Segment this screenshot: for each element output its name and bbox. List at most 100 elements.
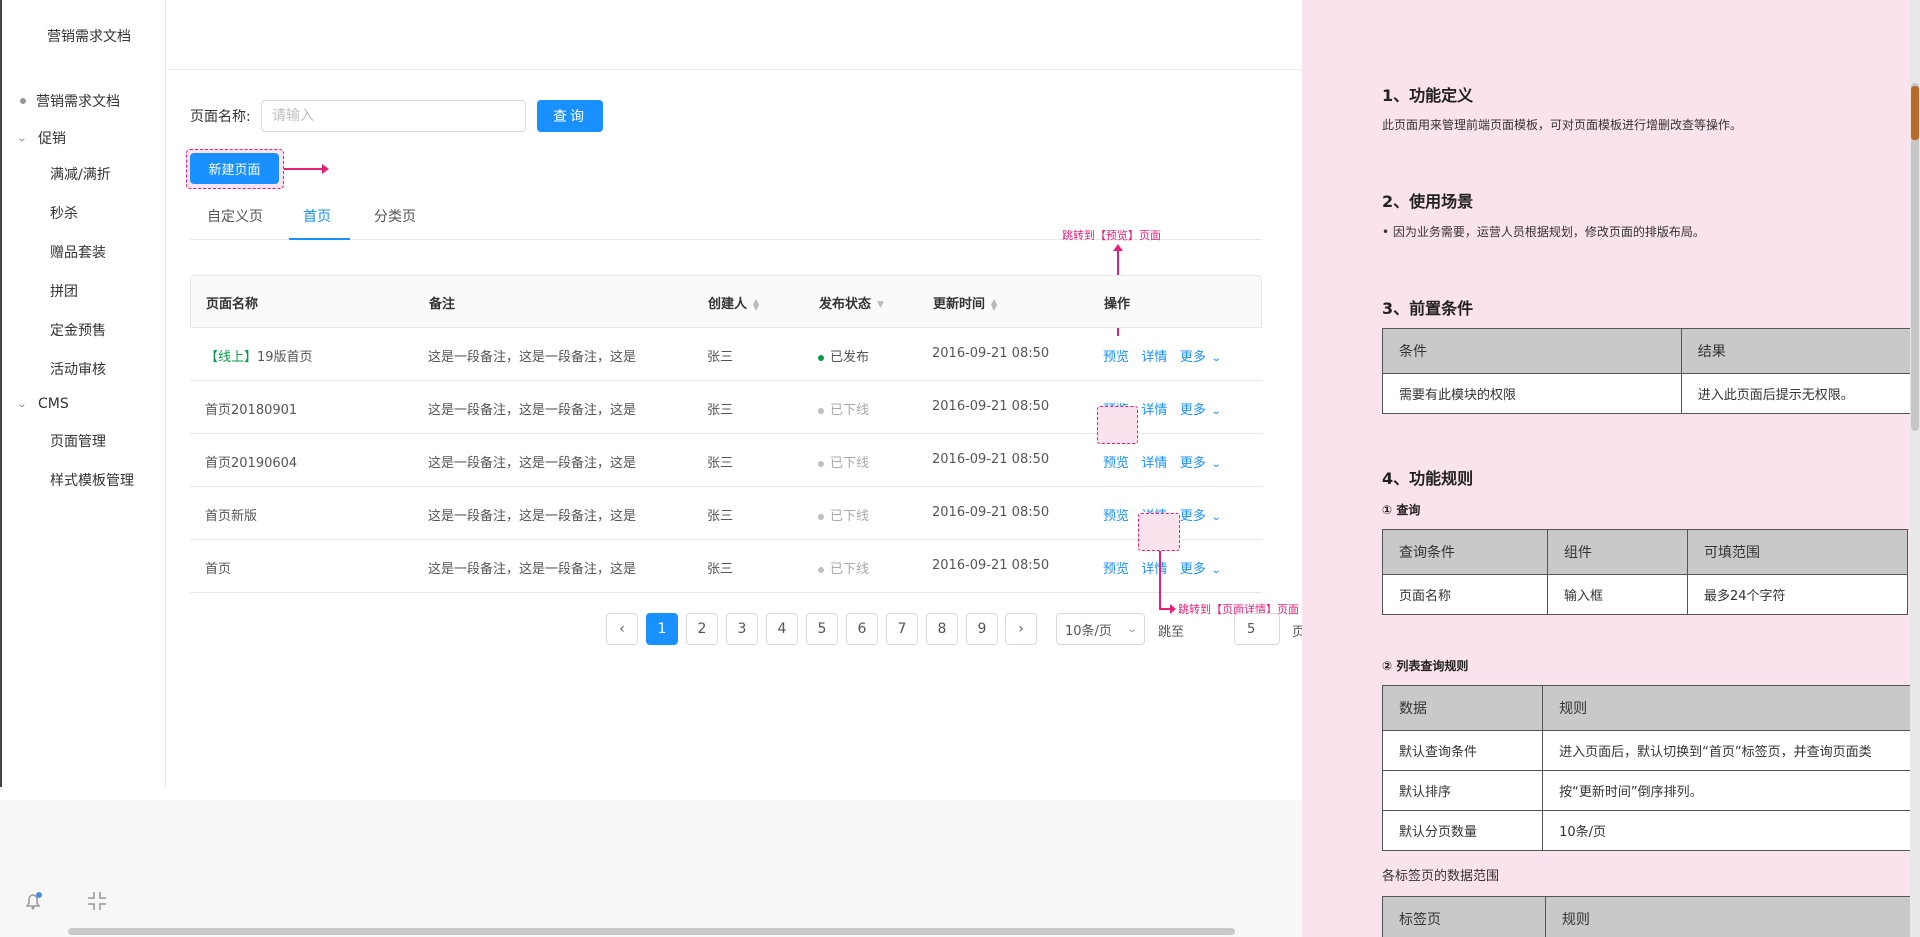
note-cell: 这是一段备注，这是一段备注，这是	[428, 403, 637, 418]
tab-category[interactable]: 分类页	[374, 206, 416, 226]
section-text: • 因为业务需要，运营人员根据规划，修改页面的排版布局。	[1382, 225, 1705, 239]
detail-link[interactable]: 详情	[1141, 456, 1167, 471]
page-name-cell: 首页20180901	[205, 403, 298, 418]
page-button[interactable]: 5	[806, 613, 838, 645]
sort-icon[interactable]: ▲ ▼	[753, 297, 759, 311]
section-title: 4、功能规则	[1382, 469, 1474, 488]
section-text: 各标签页的数据范围	[1382, 869, 1500, 884]
vertical-scrollbar[interactable]	[1910, 0, 1920, 937]
page-button[interactable]: 9	[966, 613, 998, 645]
page-button[interactable]: 7	[886, 613, 918, 645]
arrow-up-icon	[1113, 244, 1123, 251]
page-name-cell: 首页	[205, 562, 232, 577]
chevron-down-icon: ⌄	[1210, 565, 1222, 576]
sidebar-item-presale[interactable]: 定金预售	[2, 315, 166, 345]
page-button[interactable]: 3	[726, 613, 758, 645]
creator-cell: 张三	[707, 350, 734, 365]
chevron-right-icon: ›	[1018, 621, 1024, 637]
more-dropdown[interactable]: 更多 ⌄	[1180, 509, 1222, 524]
precondition-table: 条件 结果 需要有此模块的权限 进入此页面后提示无权限。	[1382, 328, 1920, 414]
status-dot-icon	[818, 407, 824, 414]
creator-cell: 张三	[707, 509, 734, 524]
table-header-cell: 查询条件	[1382, 529, 1548, 575]
preview-link[interactable]: 预览	[1103, 509, 1129, 524]
sidebar-item-flash-sale[interactable]: 秒杀	[2, 198, 166, 228]
filter-icon[interactable]: ▼	[877, 300, 884, 309]
search-label: 页面名称:	[190, 109, 251, 125]
table-header-cell: 结果	[1680, 328, 1920, 374]
table-header-cell: 标签页	[1382, 896, 1546, 937]
chevron-down-icon: ⌄	[1210, 459, 1222, 470]
query-rule-table: 查询条件 组件 可填范围 页面名称 输入框 最多24个字符	[1382, 529, 1908, 615]
sidebar-item-activity-review[interactable]: 活动审核	[2, 354, 166, 384]
list-rule-table: 数据 规则 默认查询条件 进入页面后，默认切换到“首页”标签页，并查询页面类 默认排…	[1381, 685, 1920, 851]
table-header-cell: 组件	[1547, 529, 1688, 575]
preview-link[interactable]: 预览	[1103, 456, 1129, 471]
page-size-select[interactable]: 10条/页 ⌄	[1056, 613, 1145, 645]
col-creator[interactable]: 创建人 ▲ ▼	[708, 293, 759, 312]
tab-custom[interactable]: 自定义页	[207, 206, 263, 226]
new-page-button[interactable]: 新建页面	[190, 153, 279, 184]
sidebar-item-group-buy[interactable]: 拼团	[2, 276, 166, 306]
actions-cell: 预览 详情 更多⌄	[1103, 452, 1222, 471]
page-name-input[interactable]	[261, 100, 526, 132]
collapse-icon[interactable]	[86, 890, 108, 912]
bullet-icon	[20, 98, 26, 104]
sidebar-group-cms[interactable]: ⌄ CMS	[2, 389, 166, 419]
notification-bell-icon[interactable]	[22, 890, 44, 912]
sidebar-item-page-management[interactable]: 页面管理	[2, 426, 166, 456]
table-row: 【线上】19版首页 这是一段备注，这是一段备注，这是 张三 已发布 2016-09-21…	[190, 328, 1262, 381]
section-text: 此页面用来管理前端页面模板，可对页面模板进行增删改查等操作。	[1382, 118, 1743, 132]
table-body: 【线上】19版首页 这是一段备注，这是一段备注，这是 张三 已发布 2016-09-21…	[190, 328, 1262, 593]
page-button[interactable]: 8	[926, 613, 958, 645]
detail-link[interactable]: 详情	[1141, 562, 1167, 577]
sidebar-group-promotion[interactable]: ⌄ 促销	[2, 123, 166, 153]
detail-link[interactable]: 详情	[1141, 350, 1167, 365]
horizontal-scrollbar[interactable]	[68, 928, 1235, 935]
status-dot-icon	[818, 460, 824, 467]
next-page-button[interactable]: ›	[1005, 613, 1037, 645]
table-row: 首页新版 这是一段备注，这是一段备注，这是 张三 已下线 2016-09-21 08:5…	[190, 487, 1262, 540]
app-window: 营销需求文档 营销需求文档 ⌄ 促销 满减/满折 秒杀 赠品套装 拼团 定金预售 …	[0, 0, 1305, 800]
detail-highlight	[1138, 513, 1180, 551]
col-actions: 操作	[1104, 297, 1131, 312]
annotation-arrow	[284, 168, 324, 170]
creator-cell: 张三	[707, 403, 734, 418]
col-update-time[interactable]: 更新时间 ▲ ▼	[933, 293, 997, 312]
page-button[interactable]: 1	[646, 613, 678, 645]
section-title: 1、功能定义	[1382, 86, 1474, 105]
update-time-cell: 2016-09-21 08:50	[932, 452, 1050, 467]
chevron-down-icon: ⌄	[1210, 406, 1222, 417]
note-cell: 这是一段备注，这是一段备注，这是	[428, 350, 637, 365]
status-cell: 已下线	[818, 399, 869, 418]
page-button[interactable]: 4	[766, 613, 798, 645]
sidebar-item-marketing-doc[interactable]: 营销需求文档	[2, 86, 166, 116]
preview-link[interactable]: 预览	[1103, 562, 1129, 577]
status-cell: 已发布	[818, 346, 869, 365]
sidebar-item-gift-set[interactable]: 赠品套装	[2, 237, 166, 267]
preview-link[interactable]: 预览	[1103, 350, 1129, 365]
sidebar-item-full-reduction[interactable]: 满减/满折	[2, 159, 166, 189]
sidebar-item-style-template[interactable]: 样式模板管理	[2, 465, 166, 495]
table-cell: 进入页面后，默认切换到“首页”标签页，并查询页面类	[1542, 730, 1920, 771]
more-dropdown[interactable]: 更多 ⌄	[1180, 403, 1222, 418]
table-cell: 默认查询条件	[1381, 730, 1544, 771]
page-button[interactable]: 6	[846, 613, 878, 645]
query-button[interactable]: 查询	[537, 100, 603, 132]
tab-range-table: 标签页 规则	[1382, 896, 1920, 937]
page-name-cell: 【线上】19版首页	[205, 350, 313, 365]
sort-icon[interactable]: ▲ ▼	[991, 297, 997, 311]
prev-page-button[interactable]: ‹	[606, 613, 638, 645]
detail-link[interactable]: 详情	[1141, 403, 1167, 418]
note-cell: 这是一段备注，这是一段备注，这是	[428, 509, 637, 524]
tab-home[interactable]: 首页	[303, 206, 331, 226]
chevron-down-icon: ⌄	[16, 132, 28, 144]
more-dropdown[interactable]: 更多 ⌄	[1180, 562, 1222, 577]
main-content: 页面名称: 查询 新建页面 自定义页 首页 分类页 跳转到【预览】页面 页面名称…	[166, 70, 1305, 800]
col-status[interactable]: 发布状态 ▼	[819, 293, 884, 312]
table-cell: 默认排序	[1381, 770, 1544, 811]
page-button[interactable]: 2	[686, 613, 718, 645]
jump-page-input[interactable]	[1234, 613, 1280, 645]
more-dropdown[interactable]: 更多 ⌄	[1180, 456, 1222, 471]
more-dropdown[interactable]: 更多 ⌄	[1180, 350, 1222, 365]
